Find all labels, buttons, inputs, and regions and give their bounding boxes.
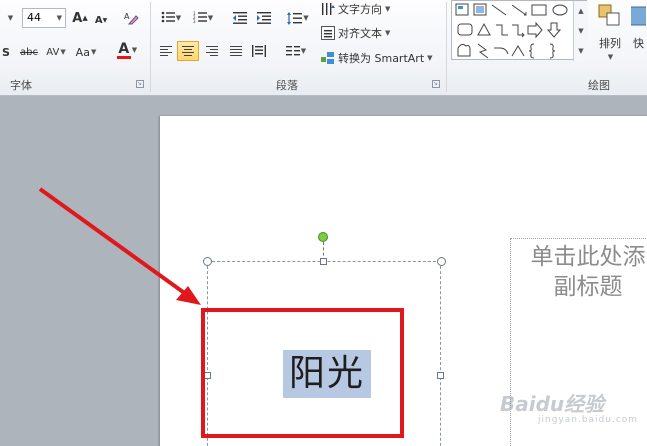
font-color-button[interactable]: A ▼ (112, 40, 142, 60)
align-text-label: 对齐文本 (338, 27, 382, 40)
group-separator (446, 2, 447, 92)
shapes-gallery-icons (455, 3, 568, 59)
baidu-watermark: Baidu经验 jingyan.baidu.com (500, 388, 647, 425)
ribbon: ▼ 44 ▼ A ▲ A ▼ A S abc AV ▼ Aa ▼ A ▼ 字体 ↘ ▼ (0, 0, 647, 96)
arrange-label: 排列 (599, 37, 621, 50)
distributed-align-icon (252, 45, 266, 57)
scroll-down-icon[interactable]: ▼ (578, 27, 583, 35)
font-color-swatch (116, 55, 131, 59)
align-center-icon (182, 45, 194, 57)
resize-handle-top[interactable] (320, 258, 327, 265)
shrink-font-button[interactable]: A ▼ (92, 10, 110, 30)
decrease-indent-icon (233, 12, 247, 24)
text-direction-button[interactable]: 文字方向 ▼ (318, 0, 391, 18)
strikethrough-button[interactable]: abc (16, 42, 42, 62)
columns-icon (285, 46, 300, 56)
grow-font-button[interactable]: A ▲ (70, 8, 90, 28)
rotate-handle[interactable] (318, 232, 328, 242)
distributed-button[interactable] (248, 41, 270, 61)
drawing-group-label: 绘图 (588, 79, 610, 92)
justify-icon (230, 45, 242, 57)
clear-format-icon: A (124, 12, 139, 25)
columns-button[interactable]: ▼ (282, 41, 310, 61)
font-size-combobox[interactable]: 44 ▼ (22, 8, 66, 28)
align-right-button[interactable] (202, 41, 222, 61)
quick-styles-icon (631, 6, 646, 26)
svg-text:3: 3 (193, 19, 196, 23)
text-direction-label: 文字方向 (338, 3, 382, 16)
font-dialog-launcher[interactable]: ↘ (136, 80, 144, 88)
change-case-button[interactable]: Aa ▼ (72, 42, 100, 62)
gallery-scrollbar[interactable]: ▲ ▼ ▼ (573, 1, 588, 61)
bullet-list-icon (161, 11, 175, 26)
quick-styles-button[interactable]: 快 (630, 0, 647, 68)
smartart-icon (321, 52, 334, 64)
paragraph-group-label: 段落 (276, 79, 298, 92)
quick-styles-label: 快 (633, 37, 644, 50)
watermark-brand: Baidu经验 (500, 392, 605, 416)
svg-text:A: A (124, 12, 130, 21)
scroll-up-icon[interactable]: ▲ (578, 7, 583, 15)
convert-smartart-label: 转换为 SmartArt (338, 52, 425, 65)
arrange-icon (598, 4, 620, 26)
resize-handle-top-right[interactable] (437, 257, 446, 266)
increase-indent-icon (257, 12, 271, 24)
gallery-more-icon[interactable]: ▼ (578, 47, 583, 55)
numbered-list-icon: 123 (193, 11, 207, 26)
decrease-indent-button[interactable] (230, 8, 250, 28)
subtitle-placeholder-text: 单击此处添 副标题 (530, 244, 646, 300)
watermark-url: jingyan.baidu.com (538, 415, 639, 425)
align-text-button[interactable]: 对齐文本 ▼ (318, 24, 391, 42)
numbering-button[interactable]: 123 ▼ (188, 8, 218, 28)
resize-handle-right[interactable] (437, 372, 444, 379)
text-direction-icon (322, 3, 335, 15)
align-left-icon (160, 45, 172, 57)
paragraph-dialog-launcher[interactable]: ↘ (432, 80, 440, 88)
font-size-value: 44 (27, 11, 41, 24)
align-center-button[interactable] (177, 41, 199, 61)
character-spacing-button[interactable]: AV ▼ (42, 42, 70, 62)
font-name-dropdown[interactable]: ▼ (0, 8, 20, 28)
chevron-down-icon[interactable]: ▼ (57, 14, 62, 22)
line-spacing-icon (287, 11, 303, 25)
increase-indent-button[interactable] (254, 8, 274, 28)
align-left-button[interactable] (156, 41, 176, 61)
shapes-gallery[interactable]: ▲ ▼ ▼ (451, 0, 588, 61)
convert-smartart-button[interactable]: 转换为 SmartArt ▼ (318, 49, 434, 67)
arrange-button[interactable]: 排列 ▼ (593, 0, 627, 68)
resize-handle-top-left[interactable] (203, 257, 212, 266)
font-group-label: 字体 (10, 79, 32, 92)
line-spacing-button[interactable]: ▼ (284, 8, 312, 28)
annotation-highlight-box (201, 308, 404, 438)
group-separator (150, 2, 151, 92)
justify-button[interactable] (226, 41, 246, 61)
bullets-button[interactable]: ▼ (156, 8, 186, 28)
align-right-icon (206, 45, 218, 57)
text-shadow-button[interactable]: S (0, 42, 12, 62)
clear-formatting-button[interactable]: A (120, 8, 142, 28)
align-text-icon (321, 26, 335, 40)
